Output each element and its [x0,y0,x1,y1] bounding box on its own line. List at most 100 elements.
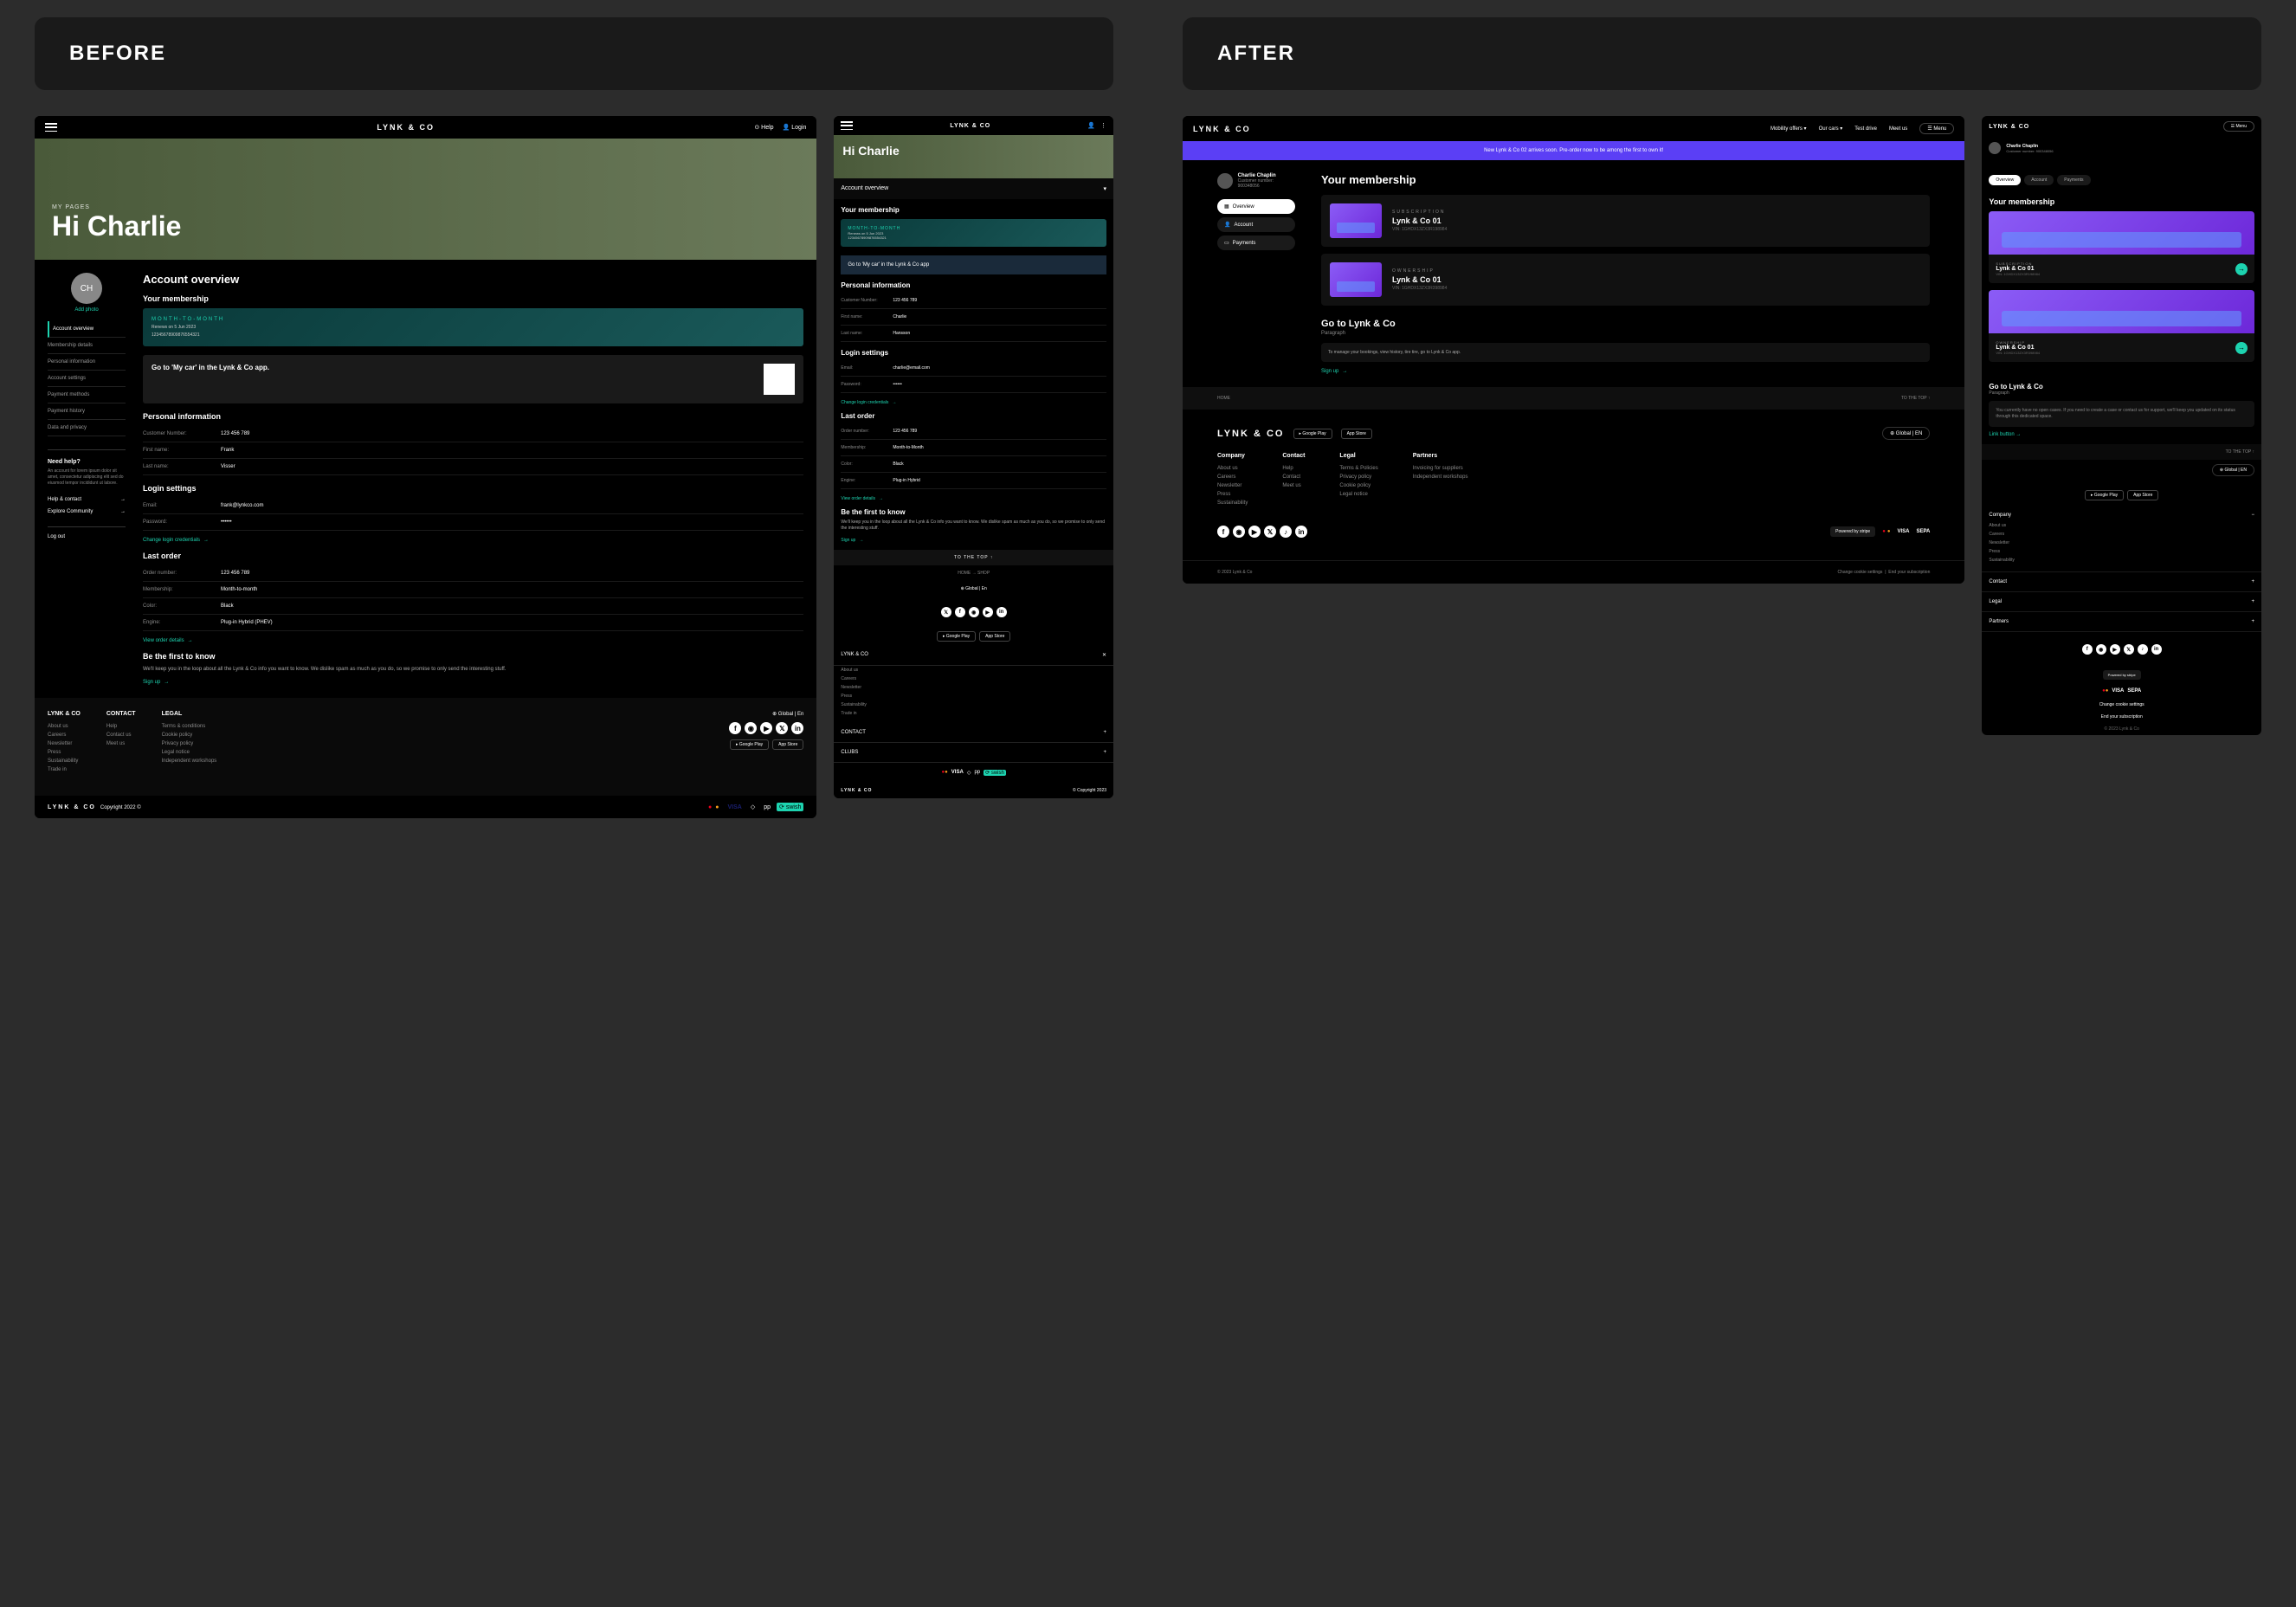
to-top[interactable]: TO THE TOP ↑ [1982,444,2261,460]
breadcrumb-home[interactable]: HOME [1217,396,1230,401]
nav-account-overview[interactable]: Account overview [48,321,126,338]
acc-contact[interactable]: Contact+ [1982,572,2261,592]
car-card-subscription[interactable]: SUBSCRIPTIONLynk & Co 01VIN: 1GHDX13ZX3R… [1321,195,1930,247]
twitter-icon[interactable]: 𝕏 [941,607,951,617]
linkedin-icon[interactable]: in [996,607,1007,617]
to-top-link[interactable]: TO THE TOP ↑ [1901,396,1930,401]
instagram-icon[interactable]: ◉ [969,607,979,617]
youtube-icon[interactable]: ▶ [983,607,993,617]
facebook-icon[interactable]: f [1217,526,1229,538]
acc-clubs[interactable]: CLUBS+ [834,743,1113,763]
youtube-icon[interactable]: ▶ [760,722,772,734]
tab-overview[interactable]: Overview [1989,175,2021,185]
youtube-icon[interactable]: ▶ [1248,526,1261,538]
facebook-icon[interactable]: f [729,722,741,734]
car-card-ownership[interactable]: OWNERSHIPLynk & Co 01VIN: 1GHDX13ZX3R398… [1989,290,2254,362]
pill-payments[interactable]: ▭Payments [1217,236,1295,250]
facebook-icon[interactable]: f [2082,644,2093,655]
explore-link[interactable]: Explore Community→ [48,506,126,518]
twitter-icon[interactable]: 𝕏 [776,722,788,734]
globe-selector[interactable]: ⊕ Global | EN [1882,427,1930,440]
nav-personal[interactable]: Personal information [48,354,126,371]
linkedin-icon[interactable]: in [2151,644,2162,655]
end-sub-link[interactable]: End your subscription [1982,711,2261,723]
acc-contact[interactable]: CONTACT+ [834,723,1113,743]
youtube-icon[interactable]: ▶ [2110,644,2120,655]
menu-button[interactable]: ☰ Menu [2223,121,2254,132]
cookie-link[interactable]: Change cookie settings [1982,699,2261,711]
menu-button[interactable]: ☰ Menu [1919,123,1954,134]
car-card-ownership[interactable]: OWNERSHIPLynk & Co 01VIN: 1GHDX13ZX3R398… [1321,254,1930,306]
end-subscription-link[interactable]: End your subscription [1888,570,1930,575]
user-profile[interactable]: Charlie ChaplinCustomer number: 90034805… [1982,137,2261,159]
car-card-subscription[interactable]: SUBSCRIPTIONLynk & Co 01VIN: 1GHDX13ZX3R… [1989,211,2254,283]
nav-meetus[interactable]: Meet us [1889,126,1907,132]
acc-lynkco[interactable]: LYNK & CO✕ [834,645,1113,666]
to-top-button[interactable]: TO THE TOP ↑ [834,550,1113,565]
app-card[interactable]: Go to 'My car' in the Lynk & Co app. [143,355,803,403]
nav-privacy[interactable]: Data and privacy [48,420,126,436]
nav-membership[interactable]: Membership details [48,338,126,354]
nav-payment-history[interactable]: Payment history [48,403,126,420]
x-icon[interactable]: 𝕏 [2124,644,2134,655]
tab-payments[interactable]: Payments [2057,175,2090,185]
pill-overview[interactable]: ▦Overview [1217,199,1295,214]
signup[interactable]: Sign up → [841,538,1106,543]
help-link[interactable]: ⊙ Help [754,124,773,131]
x-icon[interactable]: 𝕏 [1264,526,1276,538]
app-store[interactable]: App Store [1341,429,1372,439]
tiktok-icon[interactable]: ♪ [2138,644,2148,655]
promo-banner[interactable]: New Lynk & Co 02 arrives soon. Pre-order… [1183,141,1964,160]
signup-link[interactable]: Sign up → [1321,369,1930,374]
instagram-icon[interactable]: ◉ [2096,644,2106,655]
section-dropdown[interactable]: Account overview▾ [834,178,1113,199]
app-store-badge[interactable]: App Store [772,739,803,750]
nav-payment-methods[interactable]: Payment methods [48,387,126,403]
arrow-right-icon[interactable]: → [2235,263,2248,275]
arrow-right-icon[interactable]: → [2235,342,2248,354]
globe-selector[interactable]: ⊕ Global | EN [2212,464,2254,476]
pill-account[interactable]: 👤Account [1217,217,1295,232]
avatar[interactable]: CH [71,273,102,304]
acc-legal[interactable]: Legal+ [1982,592,2261,612]
view-order-link[interactable]: View order details→ [143,638,803,643]
help-contact-link[interactable]: Help & contact→ [48,494,126,506]
signup-link[interactable]: Sign up→ [143,680,803,685]
menu-icon[interactable]: ⋮ [1100,122,1106,129]
nav-cars[interactable]: Our cars ▾ [1819,126,1843,132]
app-card[interactable]: Go to 'My car' in the Lynk & Co app [841,255,1106,274]
linkedin-icon[interactable]: in [791,722,803,734]
instagram-icon[interactable]: ◉ [745,722,757,734]
user-icon[interactable]: 👤 [1087,122,1095,129]
user-profile[interactable]: Charlie ChaplinCustomer number: 90034805… [1217,173,1295,189]
login-link[interactable]: 👤 Login [783,124,807,131]
linkedin-icon[interactable]: in [1295,526,1307,538]
facebook-icon[interactable]: f [955,607,965,617]
globe-selector[interactable]: ⊕ Global | En [834,581,1113,597]
google-play[interactable]: ▸ Google Play [2085,490,2124,500]
app-store[interactable]: App Store [2127,490,2158,500]
view-order[interactable]: View order details → [841,496,1106,501]
hamburger-icon[interactable] [841,121,853,130]
hamburger-icon[interactable] [45,123,57,132]
google-play-badge[interactable]: ▸ Google Play [730,739,769,750]
nav-mobility[interactable]: Mobility offers ▾ [1770,126,1807,132]
nav-settings[interactable]: Account settings [48,371,126,387]
google-play[interactable]: ▸ Google Play [937,631,976,642]
change-credentials-link[interactable]: Change login credentials→ [143,538,803,543]
globe-selector[interactable]: ⊕ Global | En [729,711,803,717]
tiktok-icon[interactable]: ♪ [1280,526,1292,538]
logout-link[interactable]: Log out [48,526,126,539]
tab-account[interactable]: Account [2024,175,2054,185]
link-button[interactable]: Link button → [1989,432,2254,437]
instagram-icon[interactable]: ◉ [1233,526,1245,538]
acc-company[interactable]: Company− About usCareersNewsletterPressS… [1982,506,2261,572]
add-photo-link[interactable]: Add photo [48,307,126,313]
nav-testdrive[interactable]: Test drive [1854,126,1877,132]
app-store[interactable]: App Store [979,631,1010,642]
cookie-settings-link[interactable]: Change cookie settings [1837,570,1882,575]
change-credentials[interactable]: Change login credentials → [841,400,1106,405]
membership-card[interactable]: MONTH-TO-MONTH Renews on 5 Jun 2023 1234… [143,308,803,346]
acc-partners[interactable]: Partners+ [1982,612,2261,632]
google-play[interactable]: ▸ Google Play [1293,429,1332,439]
